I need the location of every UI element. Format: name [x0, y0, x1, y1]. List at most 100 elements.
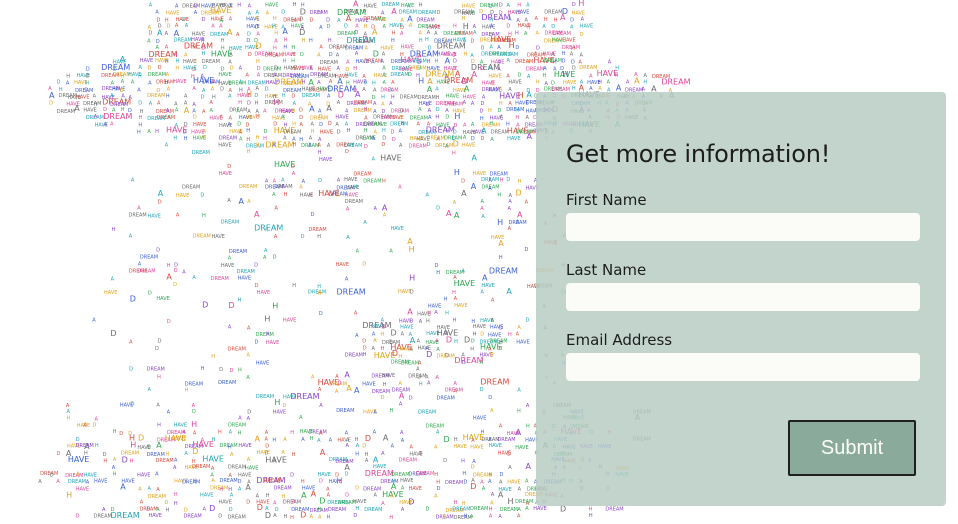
portrait-glyph: D — [265, 444, 269, 450]
portrait-glyph: A — [355, 333, 359, 339]
portrait-glyph: HAVE — [265, 3, 278, 9]
portrait-glyph: DREAM — [147, 93, 165, 99]
portrait-glyph: A — [482, 486, 486, 492]
portrait-glyph: H — [67, 415, 71, 421]
portrait-glyph: H — [364, 107, 368, 113]
portrait-glyph: DREAM — [345, 199, 363, 205]
portrait-glyph: DREAM — [302, 93, 320, 99]
portrait-glyph: HAVE — [76, 94, 89, 100]
portrait-glyph: HAVE — [507, 136, 520, 142]
first-name-input[interactable] — [566, 213, 920, 241]
portrait-glyph: H — [247, 149, 251, 155]
portrait-glyph: A — [228, 122, 232, 128]
portrait-glyph: D — [400, 109, 404, 115]
portrait-glyph: A — [155, 9, 159, 15]
portrait-glyph: H — [347, 128, 351, 134]
portrait-glyph: A — [203, 506, 207, 512]
portrait-glyph: D — [461, 178, 465, 184]
submit-button[interactable]: Submit — [788, 420, 916, 476]
portrait-glyph: A — [417, 338, 421, 344]
portrait-glyph: A — [498, 239, 504, 248]
portrait-glyph: A — [273, 459, 277, 465]
portrait-glyph: A — [230, 493, 234, 499]
portrait-glyph: A — [488, 437, 492, 443]
portrait-glyph: A — [301, 491, 307, 500]
portrait-glyph: D — [173, 282, 177, 288]
last-name-input[interactable] — [566, 283, 920, 311]
portrait-glyph: D — [158, 65, 162, 71]
portrait-glyph: A — [344, 370, 350, 379]
portrait-glyph: H — [184, 136, 188, 142]
portrait-glyph: D — [326, 17, 330, 23]
portrait-glyph: A — [336, 46, 340, 52]
portrait-glyph: A — [149, 101, 153, 107]
portrait-glyph: A — [399, 402, 403, 408]
portrait-glyph: D — [220, 87, 224, 93]
portrait-glyph: A — [472, 153, 478, 162]
portrait-glyph: DREAM — [418, 95, 436, 101]
portrait-glyph: D — [471, 339, 475, 345]
portrait-glyph: DREAM — [418, 10, 436, 16]
portrait-glyph: A — [346, 384, 352, 393]
portrait-glyph: H — [425, 37, 429, 43]
portrait-glyph: H — [453, 23, 457, 29]
portrait-glyph: A — [265, 436, 269, 442]
portrait-glyph: H — [401, 121, 405, 127]
portrait-glyph: H — [462, 471, 466, 477]
portrait-glyph: D — [470, 39, 474, 45]
portrait-glyph: A — [470, 514, 474, 520]
portrait-glyph: A — [389, 101, 393, 107]
portrait-glyph: A — [167, 87, 171, 93]
portrait-glyph: H — [283, 45, 287, 51]
portrait-glyph: A — [481, 126, 487, 135]
portrait-glyph: D — [192, 67, 196, 73]
portrait-glyph: D — [254, 262, 258, 268]
portrait-glyph: HAVE — [212, 234, 225, 240]
portrait-glyph: A — [212, 478, 216, 484]
portrait-glyph: HAVE — [516, 9, 529, 15]
last-name-label: Last Name — [566, 261, 647, 279]
portrait-glyph: H — [302, 79, 306, 85]
portrait-glyph: DREAM — [437, 41, 466, 50]
portrait-glyph: HAVE — [320, 129, 333, 135]
portrait-glyph: DREAM — [210, 32, 228, 38]
portrait-glyph: HAVE — [462, 142, 475, 148]
portrait-glyph: D — [155, 346, 159, 352]
portrait-glyph: A — [508, 16, 512, 22]
portrait-glyph: H — [238, 367, 242, 373]
portrait-glyph: A — [157, 101, 161, 107]
portrait-glyph: H — [174, 501, 178, 507]
portrait-glyph: A — [245, 483, 251, 492]
portrait-glyph: HAVE — [256, 360, 269, 366]
portrait-glyph: A — [470, 53, 474, 59]
portrait-glyph: H — [266, 331, 270, 337]
portrait-glyph: A — [219, 115, 223, 121]
portrait-glyph: H — [130, 441, 136, 450]
portrait-glyph: H — [372, 80, 376, 86]
portrait-glyph: A — [192, 102, 196, 108]
portrait-glyph: A — [434, 31, 438, 37]
portrait-glyph: H — [427, 310, 431, 316]
portrait-glyph: H — [113, 472, 117, 478]
portrait-glyph: A — [471, 182, 477, 191]
portrait-glyph: A — [383, 80, 387, 86]
email-address-input[interactable] — [566, 353, 920, 381]
portrait-glyph: D — [551, 81, 555, 87]
portrait-glyph: H — [272, 301, 278, 310]
portrait-glyph: H — [157, 422, 161, 428]
portrait-glyph: A — [527, 74, 531, 80]
portrait-glyph: D — [362, 35, 368, 44]
portrait-glyph: A — [436, 375, 440, 381]
portrait-glyph: A — [471, 10, 475, 16]
portrait-glyph: D — [499, 326, 503, 332]
portrait-glyph: A — [92, 318, 96, 324]
portrait-glyph: A — [419, 319, 423, 325]
portrait-glyph: A — [517, 514, 521, 520]
portrait-glyph: D — [517, 72, 521, 78]
portrait-glyph: A — [372, 136, 376, 142]
portrait-glyph: A — [148, 387, 152, 393]
portrait-glyph: A — [329, 438, 333, 444]
portrait-glyph: D — [156, 39, 160, 45]
portrait-glyph: D — [362, 339, 366, 345]
portrait-glyph: A — [570, 52, 574, 58]
